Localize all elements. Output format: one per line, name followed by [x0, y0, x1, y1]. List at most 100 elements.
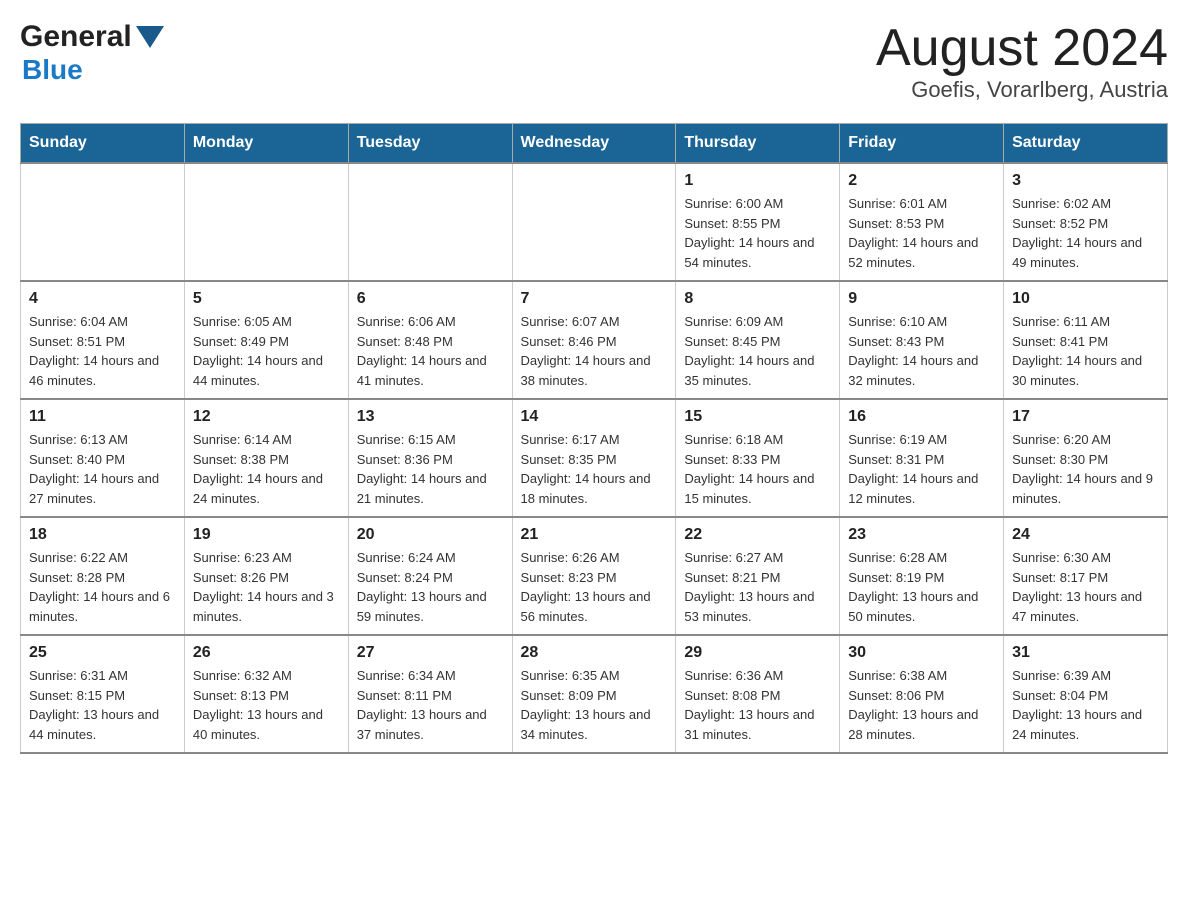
- calendar-cell: 20 Sunrise: 6:24 AM Sunset: 8:24 PM Dayli…: [348, 517, 512, 635]
- calendar-header-wednesday: Wednesday: [512, 124, 676, 164]
- day-number: 5: [193, 290, 340, 308]
- day-info: Sunrise: 6:24 AM Sunset: 8:24 PM Dayligh…: [357, 548, 504, 626]
- calendar-cell: 16 Sunrise: 6:19 AM Sunset: 8:31 PM Dayli…: [840, 399, 1004, 517]
- day-number: 17: [1012, 408, 1159, 426]
- day-info: Sunrise: 6:35 AM Sunset: 8:09 PM Dayligh…: [521, 666, 668, 744]
- calendar-cell: 1Sunrise: 6:00 AM Sunset: 8:55 PM Daylig…: [676, 163, 840, 281]
- day-number: 23: [848, 526, 995, 544]
- day-number: 8: [684, 290, 831, 308]
- calendar-header-friday: Friday: [840, 124, 1004, 164]
- calendar-header-thursday: Thursday: [676, 124, 840, 164]
- day-info: Sunrise: 6:18 AM Sunset: 8:33 PM Dayligh…: [684, 430, 831, 508]
- logo-blue-text: Blue: [22, 54, 164, 86]
- calendar-cell: 13 Sunrise: 6:15 AM Sunset: 8:36 PM Dayli…: [348, 399, 512, 517]
- day-number: 31: [1012, 644, 1159, 662]
- day-info: Sunrise: 6:11 AM Sunset: 8:41 PM Dayligh…: [1012, 312, 1159, 390]
- day-number: 12: [193, 408, 340, 426]
- calendar-week-row: 11 Sunrise: 6:13 AM Sunset: 8:40 PM Dayli…: [21, 399, 1168, 517]
- day-info: Sunrise: 6:02 AM Sunset: 8:52 PM Dayligh…: [1012, 194, 1159, 272]
- calendar-cell: 24Sunrise: 6:30 AM Sunset: 8:17 PM Dayli…: [1004, 517, 1168, 635]
- calendar-subtitle: Goefis, Vorarlberg, Austria: [876, 77, 1168, 103]
- day-info: Sunrise: 6:32 AM Sunset: 8:13 PM Dayligh…: [193, 666, 340, 744]
- day-number: 4: [29, 290, 176, 308]
- calendar-week-row: 18 Sunrise: 6:22 AM Sunset: 8:28 PM Dayli…: [21, 517, 1168, 635]
- day-info: Sunrise: 6:15 AM Sunset: 8:36 PM Dayligh…: [357, 430, 504, 508]
- day-number: 10: [1012, 290, 1159, 308]
- calendar-cell: 27 Sunrise: 6:34 AM Sunset: 8:11 PM Dayli…: [348, 635, 512, 753]
- day-info: Sunrise: 6:10 AM Sunset: 8:43 PM Dayligh…: [848, 312, 995, 390]
- day-number: 25: [29, 644, 176, 662]
- day-info: Sunrise: 6:28 AM Sunset: 8:19 PM Dayligh…: [848, 548, 995, 626]
- calendar-cell: 11 Sunrise: 6:13 AM Sunset: 8:40 PM Dayli…: [21, 399, 185, 517]
- header: General Blue August 2024 Goefis, Vorarlb…: [20, 20, 1168, 103]
- logo: General Blue: [20, 20, 164, 86]
- day-number: 13: [357, 408, 504, 426]
- calendar-cell: 5 Sunrise: 6:05 AM Sunset: 8:49 PM Daylig…: [184, 281, 348, 399]
- day-number: 24: [1012, 526, 1159, 544]
- calendar-week-row: 4Sunrise: 6:04 AM Sunset: 8:51 PM Daylig…: [21, 281, 1168, 399]
- calendar-cell: 15 Sunrise: 6:18 AM Sunset: 8:33 PM Dayli…: [676, 399, 840, 517]
- calendar-title: August 2024: [876, 20, 1168, 77]
- calendar-cell: 12 Sunrise: 6:14 AM Sunset: 8:38 PM Dayli…: [184, 399, 348, 517]
- day-info: Sunrise: 6:23 AM Sunset: 8:26 PM Dayligh…: [193, 548, 340, 626]
- day-info: Sunrise: 6:07 AM Sunset: 8:46 PM Dayligh…: [521, 312, 668, 390]
- calendar-cell: 19 Sunrise: 6:23 AM Sunset: 8:26 PM Dayli…: [184, 517, 348, 635]
- day-info: Sunrise: 6:17 AM Sunset: 8:35 PM Dayligh…: [521, 430, 668, 508]
- calendar-cell: 25Sunrise: 6:31 AM Sunset: 8:15 PM Dayli…: [21, 635, 185, 753]
- day-info: Sunrise: 6:14 AM Sunset: 8:38 PM Dayligh…: [193, 430, 340, 508]
- calendar-cell: [21, 163, 185, 281]
- day-info: Sunrise: 6:39 AM Sunset: 8:04 PM Dayligh…: [1012, 666, 1159, 744]
- calendar-cell: 29Sunrise: 6:36 AM Sunset: 8:08 PM Dayli…: [676, 635, 840, 753]
- day-number: 18: [29, 526, 176, 544]
- day-number: 16: [848, 408, 995, 426]
- calendar-header-monday: Monday: [184, 124, 348, 164]
- calendar-cell: 23 Sunrise: 6:28 AM Sunset: 8:19 PM Dayli…: [840, 517, 1004, 635]
- calendar-cell: 3 Sunrise: 6:02 AM Sunset: 8:52 PM Daylig…: [1004, 163, 1168, 281]
- calendar-cell: 28 Sunrise: 6:35 AM Sunset: 8:09 PM Dayli…: [512, 635, 676, 753]
- day-number: 27: [357, 644, 504, 662]
- day-info: Sunrise: 6:19 AM Sunset: 8:31 PM Dayligh…: [848, 430, 995, 508]
- day-number: 7: [521, 290, 668, 308]
- logo-triangle-icon: [136, 26, 164, 48]
- calendar-cell: 14Sunrise: 6:17 AM Sunset: 8:35 PM Dayli…: [512, 399, 676, 517]
- day-number: 11: [29, 408, 176, 426]
- day-info: Sunrise: 6:00 AM Sunset: 8:55 PM Dayligh…: [684, 194, 831, 272]
- day-info: Sunrise: 6:38 AM Sunset: 8:06 PM Dayligh…: [848, 666, 995, 744]
- calendar-header-saturday: Saturday: [1004, 124, 1168, 164]
- title-area: August 2024 Goefis, Vorarlberg, Austria: [876, 20, 1168, 103]
- calendar-cell: 31 Sunrise: 6:39 AM Sunset: 8:04 PM Dayli…: [1004, 635, 1168, 753]
- day-info: Sunrise: 6:22 AM Sunset: 8:28 PM Dayligh…: [29, 548, 176, 626]
- calendar-cell: 21 Sunrise: 6:26 AM Sunset: 8:23 PM Dayli…: [512, 517, 676, 635]
- day-info: Sunrise: 6:26 AM Sunset: 8:23 PM Dayligh…: [521, 548, 668, 626]
- calendar-week-row: 25Sunrise: 6:31 AM Sunset: 8:15 PM Dayli…: [21, 635, 1168, 753]
- day-info: Sunrise: 6:01 AM Sunset: 8:53 PM Dayligh…: [848, 194, 995, 272]
- day-number: 20: [357, 526, 504, 544]
- day-info: Sunrise: 6:34 AM Sunset: 8:11 PM Dayligh…: [357, 666, 504, 744]
- day-number: 15: [684, 408, 831, 426]
- calendar-header-tuesday: Tuesday: [348, 124, 512, 164]
- calendar-cell: [512, 163, 676, 281]
- day-number: 29: [684, 644, 831, 662]
- logo-general-text: General: [20, 20, 132, 54]
- day-info: Sunrise: 6:05 AM Sunset: 8:49 PM Dayligh…: [193, 312, 340, 390]
- day-number: 6: [357, 290, 504, 308]
- calendar-cell: 6 Sunrise: 6:06 AM Sunset: 8:48 PM Daylig…: [348, 281, 512, 399]
- calendar-cell: 7 Sunrise: 6:07 AM Sunset: 8:46 PM Daylig…: [512, 281, 676, 399]
- day-info: Sunrise: 6:06 AM Sunset: 8:48 PM Dayligh…: [357, 312, 504, 390]
- calendar-cell: 8 Sunrise: 6:09 AM Sunset: 8:45 PM Daylig…: [676, 281, 840, 399]
- calendar-cell: 18 Sunrise: 6:22 AM Sunset: 8:28 PM Dayli…: [21, 517, 185, 635]
- day-number: 26: [193, 644, 340, 662]
- day-number: 19: [193, 526, 340, 544]
- calendar-cell: [184, 163, 348, 281]
- calendar-header-row: SundayMondayTuesdayWednesdayThursdayFrid…: [21, 124, 1168, 164]
- day-info: Sunrise: 6:09 AM Sunset: 8:45 PM Dayligh…: [684, 312, 831, 390]
- day-number: 22: [684, 526, 831, 544]
- calendar-table: SundayMondayTuesdayWednesdayThursdayFrid…: [20, 123, 1168, 754]
- calendar-week-row: 1Sunrise: 6:00 AM Sunset: 8:55 PM Daylig…: [21, 163, 1168, 281]
- day-number: 21: [521, 526, 668, 544]
- day-number: 28: [521, 644, 668, 662]
- day-number: 9: [848, 290, 995, 308]
- day-info: Sunrise: 6:13 AM Sunset: 8:40 PM Dayligh…: [29, 430, 176, 508]
- day-number: 3: [1012, 172, 1159, 190]
- calendar-cell: 2Sunrise: 6:01 AM Sunset: 8:53 PM Daylig…: [840, 163, 1004, 281]
